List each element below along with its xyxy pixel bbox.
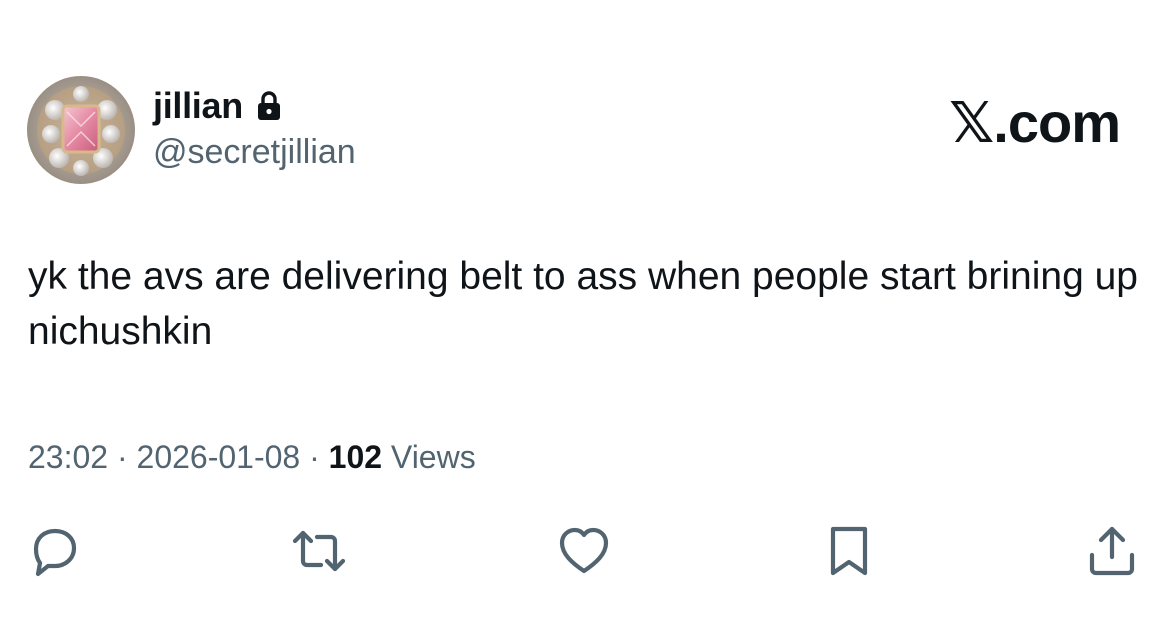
bookmark-button[interactable] — [817, 519, 881, 583]
tweet-text: yk the avs are delivering belt to ass wh… — [28, 255, 1138, 353]
repost-icon — [292, 530, 346, 572]
author-name-row: jillian — [153, 86, 283, 126]
meta-separator: · — [309, 439, 320, 475]
tweet-time[interactable]: 23:02 — [28, 439, 108, 475]
avatar[interactable] — [27, 76, 135, 184]
views-count: 102 — [328, 439, 383, 475]
views-label: Views — [390, 439, 476, 475]
share-button[interactable] — [1080, 519, 1144, 583]
action-bar — [0, 515, 1170, 585]
meta-separator: · — [116, 439, 128, 475]
reply-button[interactable] — [22, 519, 86, 583]
repost-button[interactable] — [287, 519, 351, 583]
tweet-meta: 23:02 · 2026-01-08 · 102 Views — [28, 435, 476, 479]
lock-icon — [255, 90, 283, 122]
heart-icon — [559, 527, 609, 574]
tweet-date[interactable]: 2026-01-08 — [137, 439, 301, 475]
share-icon — [1089, 526, 1135, 576]
like-button[interactable] — [552, 519, 616, 583]
brand-logo: 𝕏.com — [949, 91, 1121, 154]
bookmark-icon — [830, 526, 868, 576]
pink-gem-ring-image — [27, 76, 135, 184]
reply-icon — [33, 528, 77, 577]
tweet-card: jillian @secretjillian 𝕏.com yk the avs … — [0, 0, 1170, 623]
author-handle[interactable]: @secretjillian — [153, 132, 356, 172]
display-name[interactable]: jillian — [153, 86, 243, 126]
